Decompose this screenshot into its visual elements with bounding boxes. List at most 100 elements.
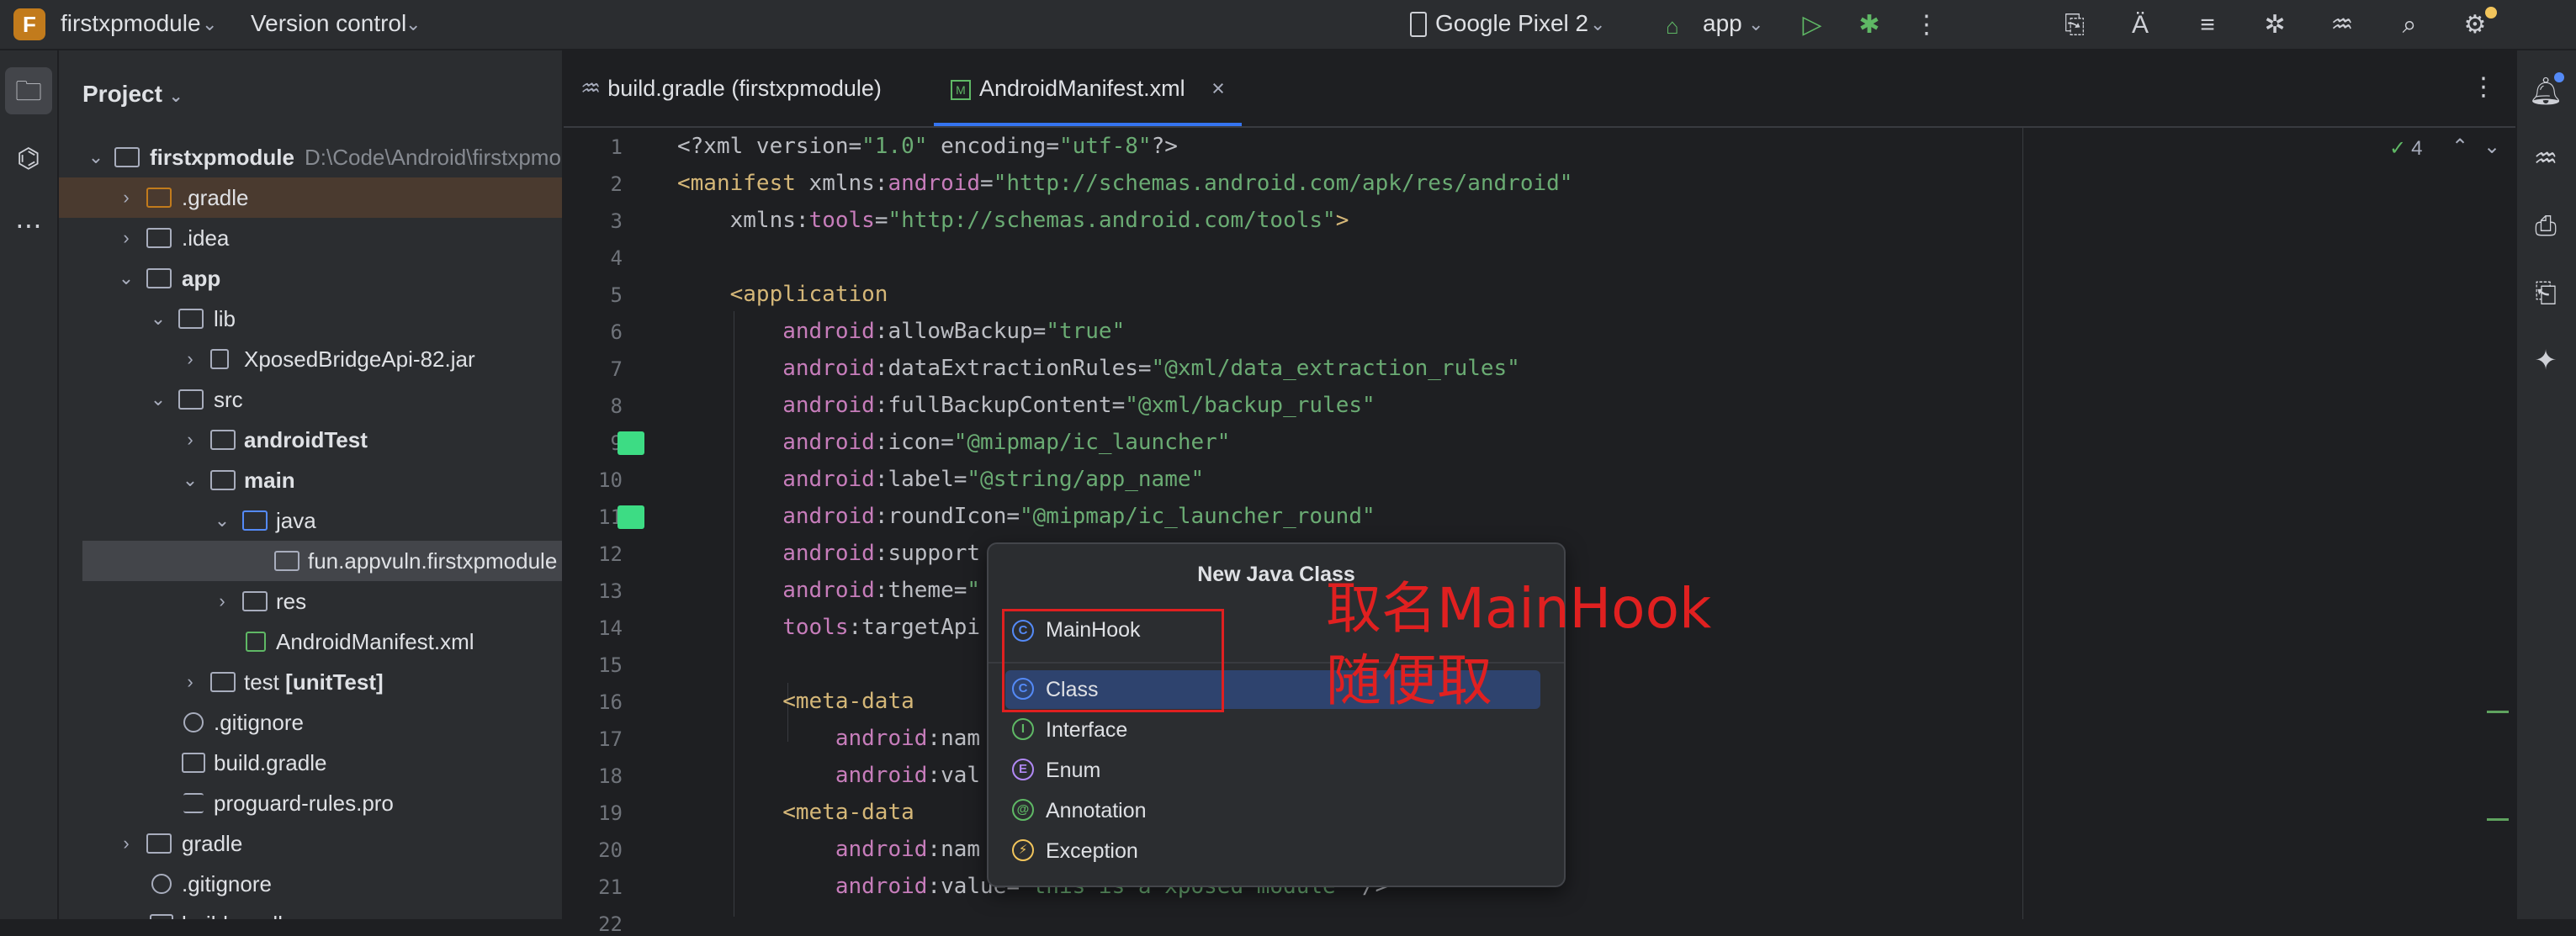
translate-icon[interactable]: Ä xyxy=(2123,8,2157,42)
line-number: 4 xyxy=(610,246,623,270)
annotation-text: 取名MainHook xyxy=(1326,576,1712,641)
chevron-down-icon[interactable]: ⌄ xyxy=(202,13,217,35)
tab-build-gradle[interactable]: ♒ build.gradle (firstxpmodule) xyxy=(580,50,882,126)
annotation-text: 随便取 xyxy=(1326,648,1492,713)
code-line: android:roundIcon="@mipmap/ic_launcher_r… xyxy=(677,504,1375,529)
right-tool-strip: 🔔︎ ♒ ⎙ ⎗ ✦ xyxy=(2515,50,2576,919)
project-panel: Project ⌄ ⌄ firstxpmodule D:\Code\Androi… xyxy=(59,50,564,919)
line-number: 13 xyxy=(598,579,623,603)
inspection-ok-icon[interactable]: ✓ 4 xyxy=(2389,136,2422,161)
tree-row[interactable]: › test [unitTest] xyxy=(59,662,562,702)
layout-inspector-icon[interactable]: ≡ xyxy=(2191,8,2224,42)
line-number: 15 xyxy=(598,653,623,677)
tree-row[interactable]: .gitignore xyxy=(59,702,562,743)
code-line: android:support xyxy=(677,541,981,566)
kind-annotation[interactable]: @ Annotation xyxy=(1005,791,1540,830)
kind-exception[interactable]: ⚡ Exception xyxy=(1005,832,1540,870)
scrollbar-marker xyxy=(2487,818,2509,821)
device-selector[interactable]: Google Pixel 2 xyxy=(1435,10,1588,37)
line-number: 5 xyxy=(610,283,623,307)
project-name-menu[interactable]: firstxpmodule xyxy=(61,10,201,37)
line-number: 22 xyxy=(598,912,623,936)
tab-android-manifest[interactable]: M AndroidManifest.xml × xyxy=(934,50,1242,126)
code-line: android:nam xyxy=(677,726,981,751)
line-number: 14 xyxy=(598,616,623,640)
kind-interface[interactable]: I Interface xyxy=(1005,711,1540,749)
project-badge[interactable]: F xyxy=(13,8,45,40)
chevron-down-icon[interactable]: ⌄ xyxy=(2483,135,2500,159)
gradle-icon[interactable]: ♒ xyxy=(2325,8,2359,42)
line-number: 18 xyxy=(598,764,623,788)
code-line: <meta-data xyxy=(677,689,914,714)
chevron-down-icon[interactable]: ⌄ xyxy=(1590,13,1605,35)
left-tool-strip: 🗀 ⌬ ⋯ xyxy=(0,50,59,919)
search-icon[interactable]: ⌕ xyxy=(2393,8,2426,42)
tree-row[interactable]: ⌄ main xyxy=(59,460,562,500)
gradle-icon[interactable]: ♒ xyxy=(2527,140,2564,177)
line-number: 11 xyxy=(598,505,623,529)
tree-row[interactable]: .gitignore xyxy=(59,864,562,904)
scrollbar-marker xyxy=(2487,711,2509,713)
line-number: 2 xyxy=(610,172,623,196)
line-number: 10 xyxy=(598,468,623,492)
line-number: 1 xyxy=(610,135,623,159)
line-number: 7 xyxy=(610,357,623,381)
gemini-icon[interactable]: ✦ xyxy=(2527,341,2564,378)
close-icon[interactable]: × xyxy=(1211,76,1225,101)
tree-row-selected[interactable]: fun.appvuln.firstxpmodule xyxy=(82,541,562,581)
line-number: 21 xyxy=(598,875,623,899)
tree-row[interactable]: › .gradle xyxy=(59,177,562,218)
folder-icon[interactable]: 🗀 xyxy=(10,72,47,109)
tree-row[interactable]: ⌄ firstxpmodule D:\Code\Android\firstxpm… xyxy=(59,137,562,177)
run-icon[interactable]: ▷ xyxy=(1795,8,1829,42)
tree-row[interactable]: proguard-rules.pro xyxy=(59,783,562,823)
chevron-down-icon[interactable]: ⌄ xyxy=(405,13,421,35)
code-line: xmlns:tools="http://schemas.android.com/… xyxy=(677,208,1349,233)
debug-icon[interactable]: ✱ xyxy=(1852,8,1886,42)
code-line: android:label="@string/app_name" xyxy=(677,467,1205,492)
chevron-up-icon[interactable]: ⌃ xyxy=(2451,135,2468,159)
code-line: android:allowBackup="true" xyxy=(677,319,1126,344)
gradle-icon: ♒ xyxy=(580,76,602,101)
tree-row[interactable]: › XposedBridgeApi-82.jar xyxy=(59,339,562,379)
tab-options-icon[interactable]: ⋮ xyxy=(2467,71,2500,104)
line-number: 8 xyxy=(610,394,623,418)
more-actions-icon[interactable]: ⋮ xyxy=(1910,8,1943,42)
code-line: android:theme=" xyxy=(677,578,981,603)
code-line: <meta-data xyxy=(677,800,914,825)
tree-row[interactable]: ⌄ src xyxy=(59,379,562,420)
code-line: <application xyxy=(677,282,888,307)
code-line: android:dataExtractionRules="@xml/data_e… xyxy=(677,356,1520,381)
tree-row[interactable]: › gradle xyxy=(59,823,562,864)
kind-enum[interactable]: E Enum xyxy=(1005,751,1540,790)
line-number: 3 xyxy=(610,209,623,233)
interface-icon: I xyxy=(1012,718,1034,740)
tree-row[interactable]: ⌄ java xyxy=(59,500,562,541)
tree-row[interactable]: › androidTest xyxy=(59,420,562,460)
bug-icon[interactable]: ✲ xyxy=(2258,8,2292,42)
tree-row[interactable]: build.gradle xyxy=(59,904,562,919)
tree-row[interactable]: ⌄ app xyxy=(59,258,562,299)
tree-row[interactable]: build.gradle xyxy=(59,743,562,783)
device-manager-icon[interactable]: ⎘ xyxy=(2058,8,2091,42)
line-number: 9 xyxy=(610,431,623,455)
tree-row[interactable]: AndroidManifest.xml xyxy=(59,621,562,662)
android-resource-icon[interactable] xyxy=(617,505,644,529)
device-file-icon[interactable]: ⎙ xyxy=(2527,207,2564,244)
version-control-menu[interactable]: Version control xyxy=(251,10,406,37)
more-tools-icon[interactable]: ⋯ xyxy=(10,207,47,244)
code-line: android:nam xyxy=(677,837,981,862)
code-editor[interactable]: <?xml version="1.0" encoding="utf-8"?> <… xyxy=(675,128,2509,919)
android-resource-icon[interactable] xyxy=(617,431,644,455)
tree-row[interactable]: ⌄ lib xyxy=(59,299,562,339)
update-badge xyxy=(2485,7,2497,19)
running-devices-icon[interactable]: ⎗ xyxy=(2527,274,2564,311)
line-number: 12 xyxy=(598,542,623,566)
project-panel-title[interactable]: Project ⌄ xyxy=(82,81,183,108)
tree-row[interactable]: › res xyxy=(59,581,562,621)
run-config-selector[interactable]: app xyxy=(1703,10,1742,37)
tree-row[interactable]: › .idea xyxy=(59,218,562,258)
structure-icon[interactable]: ⌬ xyxy=(10,140,47,177)
line-number: 20 xyxy=(598,838,623,862)
chevron-down-icon[interactable]: ⌄ xyxy=(1748,13,1763,35)
